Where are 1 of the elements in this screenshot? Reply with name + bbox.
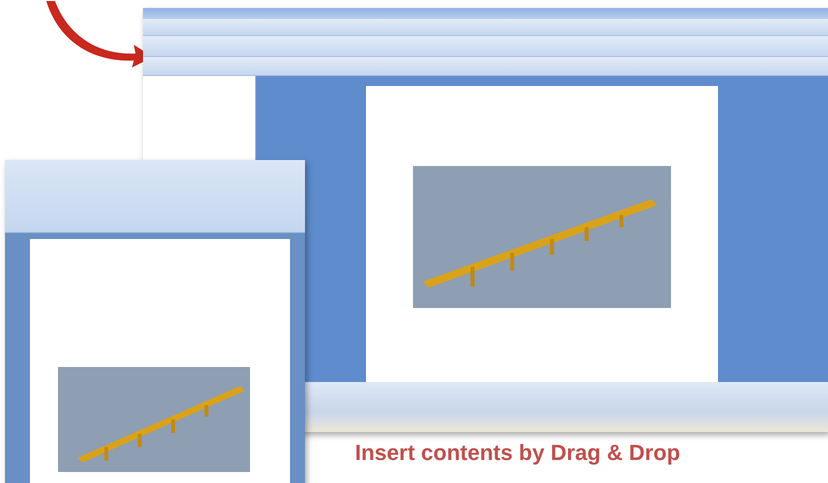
caption: Insert contents by Drag & Drop bbox=[355, 440, 680, 466]
